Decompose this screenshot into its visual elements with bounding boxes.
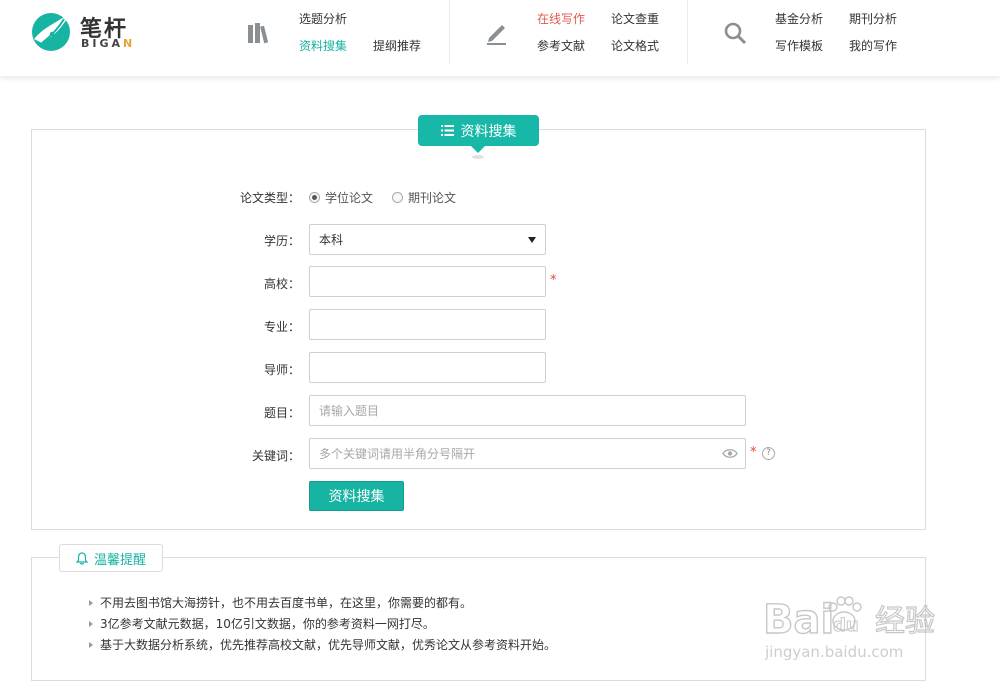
svg-text:du: du [833,615,859,636]
nav-link-material-collection[interactable]: 资料搜集 [299,37,347,54]
top-navigation-bar: 笔杆 BIGAN 选题分析 资料搜集 提纲推荐 在线写作 论文查重 参考文献 论… [0,0,1000,76]
title-pointer-shadow [472,155,484,159]
major-label: 专业： [263,320,300,334]
list-icon [440,125,454,136]
bullet-triangle-icon [89,599,93,606]
eye-icon[interactable] [722,448,738,459]
tip-item: 不用去图书馆大海捞针，也不用去百度书单，在这里，你需要的都有。 [89,594,472,611]
nav-link-fund-analysis[interactable]: 基金分析 [775,10,823,27]
required-mark: * [750,445,757,460]
radio-dot [392,192,403,203]
major-input[interactable] [309,309,546,340]
tips-title-text: 温馨提醒 [93,552,146,568]
svg-text:jingyan.baidu.com: jingyan.baidu.com [764,643,903,661]
panel-title-text: 资料搜集 [460,123,517,140]
pen-nib-logo-icon [32,13,70,51]
nav-link-paper-format[interactable]: 论文格式 [611,37,659,54]
tip-text: 不用去图书馆大海捞针，也不用去百度书单，在这里，你需要的都有。 [100,596,473,610]
degree-select[interactable]: 本科 [309,224,546,255]
caret-down-icon [528,237,536,243]
nav-link-references[interactable]: 参考文献 [537,37,585,54]
nav-group-writing: 在线写作 论文查重 参考文献 论文格式 [450,0,688,66]
svg-text:Bai: Bai [763,597,834,643]
nav-link-journal-analysis[interactable]: 期刊分析 [849,10,897,27]
advisor-label: 导师： [263,363,300,377]
radio-dot-checked [309,192,320,203]
panel-title-badge: 资料搜集 [418,115,539,159]
nav-link-my-writing[interactable]: 我的写作 [849,37,897,54]
topic-input[interactable]: 请输入题目 [309,395,746,426]
advisor-input[interactable] [309,352,546,383]
nav-group-topic: 选题分析 资料搜集 提纲推荐 [240,0,450,66]
nav-link-topic-analysis[interactable]: 选题分析 [299,10,347,27]
tip-item: 基于大数据分析系统，优先推荐高校文献，优先导师文献，优秀论文从参考资料开始。 [89,636,556,653]
logo-subtitle: BIGAN [81,37,136,50]
degree-label: 学历： [263,234,300,248]
keyword-input[interactable]: 多个关键词请用半角分号隔开 [309,438,746,469]
nav-group-analysis: 基金分析 期刊分析 写作模板 我的写作 [688,0,928,66]
topic-input-placeholder: 请输入题目 [319,404,380,418]
bullet-triangle-icon [89,620,93,627]
radio-journal-paper[interactable]: 期刊论文 [392,189,456,206]
title-pointer [471,146,485,153]
paper-type-label: 论文类型： [239,191,300,205]
search-submit-button[interactable]: 资料搜集 [309,481,404,511]
radio-degree-thesis[interactable]: 学位论文 [309,189,373,206]
baidu-jingyan-watermark: Bai du 经验 jingyan.baidu.com [763,596,936,661]
books-icon [248,23,269,44]
radio-label: 期刊论文 [408,191,457,205]
school-label: 高校： [263,277,300,291]
tips-title-badge: 温馨提醒 [59,544,163,572]
nav-link-plagiarism-check[interactable]: 论文查重 [611,10,659,27]
svg-text:经验: 经验 [875,604,935,639]
school-input[interactable] [309,266,546,297]
topic-label: 题目： [263,406,300,420]
required-mark: * [550,273,557,288]
keyword-label: 关键词： [251,449,300,463]
tip-text: 基于大数据分析系统，优先推荐高校文献，优先导师文献，优秀论文从参考资料开始。 [100,638,557,652]
pencil-icon [487,25,506,45]
keyword-input-placeholder: 多个关键词请用半角分号隔开 [319,447,476,461]
search-icon [724,22,747,45]
nav-link-writing-template[interactable]: 写作模板 [775,37,823,54]
bullet-triangle-icon [89,641,93,648]
tip-item: 3亿参考文献元数据，10亿引文数据，你的参考资料一网打尽。 [89,615,435,632]
degree-select-value: 本科 [319,233,344,247]
site-logo[interactable]: 笔杆 BIGAN [30,9,160,55]
bell-icon [75,551,88,565]
tip-text: 3亿参考文献元数据，10亿引文数据，你的参考资料一网打尽。 [100,617,435,631]
help-icon[interactable]: ? [762,447,775,460]
nav-link-outline-recommend[interactable]: 提纲推荐 [373,37,421,54]
radio-label: 学位论文 [325,191,374,205]
nav-link-online-writing[interactable]: 在线写作 [537,10,585,27]
